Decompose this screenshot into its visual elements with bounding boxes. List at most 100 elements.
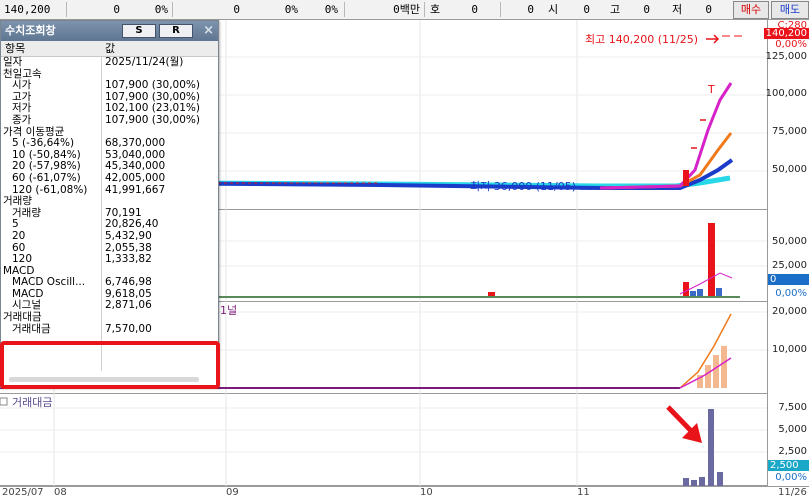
field-3: 0	[233, 3, 240, 16]
query-window-header: 항목 값	[1, 41, 218, 57]
field-extra: 0	[527, 3, 534, 16]
price-tick-50000: 50,000	[772, 164, 807, 175]
amount-legend-box	[0, 397, 8, 406]
amt-bar-3	[699, 477, 705, 486]
candle-up	[683, 170, 689, 186]
axis-current-pct: 0,00%	[775, 39, 807, 50]
open-label: 시	[548, 3, 559, 16]
query-row-value: 7,570,00	[105, 322, 152, 335]
amt-bar-big	[708, 409, 714, 486]
low-value: 0	[705, 3, 712, 16]
macd-osc-4	[721, 346, 727, 388]
quote-strip: 140,200 0 0% 0 0% 0% 0백만 호 0 0 시 0 고 0 저…	[0, 0, 809, 20]
query-row-key: 종가	[12, 113, 32, 126]
query-row: 거래대금 7,570,00	[1, 322, 218, 336]
quote-label: 호	[430, 3, 441, 16]
highlight-box	[0, 341, 220, 389]
query-rows: 일자 2025/11/24(월) 천일고속 시가 107,900 (30,00%) 고가 1…	[1, 56, 218, 336]
macd-tick-10000: 10,000	[772, 344, 807, 355]
query-row-key: 거래대금	[12, 322, 51, 335]
column-item: 항목	[5, 42, 26, 55]
low-annotation: 최저 36,000 (11/05)	[470, 180, 576, 193]
query-row-value: 107,900 (30,00%)	[105, 113, 200, 126]
query-window-title: 수치조회창	[5, 24, 56, 37]
change-pct: 0%	[154, 3, 168, 16]
close-icon[interactable]: ×	[203, 21, 214, 41]
amount-axis-current: 2,500	[768, 460, 809, 471]
macd-osc-3	[713, 355, 719, 388]
query-row-key: 20	[12, 229, 26, 242]
query-row-key: 거래대금	[3, 311, 42, 324]
volume-axis-current: 0	[768, 274, 809, 285]
query-row: 거래대금	[1, 311, 218, 324]
x-label-08: 08	[54, 487, 67, 498]
x-axis: 2025/07 08 09 10 11 11/26	[0, 486, 809, 499]
query-window-titlebar[interactable]: 수치조회창 S R ×	[1, 21, 218, 41]
macd-osc-2	[705, 365, 711, 388]
current-price: 140,200	[4, 3, 51, 16]
amount-pane-label: 거래대금	[12, 396, 52, 409]
volume-tick-25000: 25,000	[772, 260, 807, 271]
query-row-value: 42,005,000	[105, 171, 166, 184]
field-4: 0%	[284, 3, 298, 16]
query-row: 일자 2025/11/24(월)	[1, 56, 218, 69]
buy-button[interactable]: 매수	[733, 1, 769, 19]
vol-bar-3	[697, 289, 703, 297]
x-label-11: 11	[577, 487, 590, 498]
query-row: 5 (-36,64%) 68,370,000	[1, 138, 218, 150]
query-row-key: 120	[12, 253, 33, 266]
query-row: 종가 107,900 (30,00%)	[1, 113, 218, 127]
quote-value: 0	[471, 3, 478, 16]
amount-axis-pct: 0,00%	[775, 472, 807, 483]
query-row-value: 2,871,06	[105, 299, 152, 312]
axis-current-price: 140,200	[763, 28, 809, 39]
query-row: 거래량	[1, 196, 218, 208]
macd-label-fragment: 1널	[220, 304, 237, 317]
x-label-2025-07: 2025/07	[2, 487, 44, 498]
amt-bar-5	[717, 472, 723, 486]
value-query-window[interactable]: 수치조회창 S R × 항목 값 일자 2025/11/24(월) 천일고속 시가 10…	[0, 20, 219, 388]
query-row-key: 거래량	[3, 195, 32, 208]
s-button[interactable]: S	[122, 24, 156, 38]
field-5: 0%	[324, 3, 338, 16]
sell-button[interactable]: 매도	[771, 1, 809, 19]
query-row-value: 41,991,667	[105, 183, 166, 196]
vol-bar-big	[708, 223, 715, 297]
query-row: 120 1,333,82	[1, 253, 218, 266]
high-label: 고	[610, 3, 621, 16]
amount-tick-7500: 7,500	[778, 402, 807, 413]
amount-tick-2500: 2,500	[778, 446, 807, 457]
query-row-value: 5,432,90	[105, 229, 152, 242]
x-label-09: 09	[226, 487, 239, 498]
open-value: 0	[583, 3, 590, 16]
x-label-11-26: 11/26	[778, 487, 807, 498]
price-tick-75000: 75,000	[772, 126, 807, 137]
r-button[interactable]: R	[159, 24, 193, 38]
macd-tick-20000: 20,000	[772, 306, 807, 317]
price-tick-125000: 125,000	[765, 51, 807, 62]
volume-axis: 50,000 25,000 0 0,00%	[767, 210, 809, 302]
query-row: 120 (-61,08%) 41,991,667	[1, 183, 218, 197]
query-row: 20 5,432,90	[1, 229, 218, 243]
volume-axis-pct: 0,00%	[775, 288, 807, 299]
high-value: 0	[643, 3, 650, 16]
query-row: 60 (-61,07%) 42,005,000	[1, 171, 218, 185]
low-label: 저	[672, 3, 683, 16]
volume-tick-50000: 50,000	[772, 236, 807, 247]
price-axis: C:280 140,200 0,00% 125,000 100,000 75,0…	[763, 20, 809, 210]
candle-t-marker: T	[707, 83, 715, 96]
amt-bar-2	[691, 480, 697, 486]
query-row-value: 1,333,82	[105, 253, 152, 266]
query-row-key: 60 (-61,07%)	[12, 171, 81, 184]
amount-axis: 7,500 5,000 2,500 2,500 0,00%	[767, 394, 809, 486]
query-row-value: 2025/11/24(월)	[105, 56, 184, 68]
x-label-10: 10	[420, 487, 433, 498]
high-annotation: 최고 140,200 (11/25)	[585, 33, 698, 46]
column-value: 값	[105, 42, 116, 55]
price-tick-100000: 100,000	[765, 88, 807, 99]
trade-amount: 0백만	[393, 3, 420, 16]
macd-axis: 20,000 10,000	[767, 302, 809, 394]
amount-tick-5000: 5,000	[778, 424, 807, 435]
amt-bar-1	[683, 478, 689, 486]
query-row-key: 일자	[3, 56, 23, 68]
